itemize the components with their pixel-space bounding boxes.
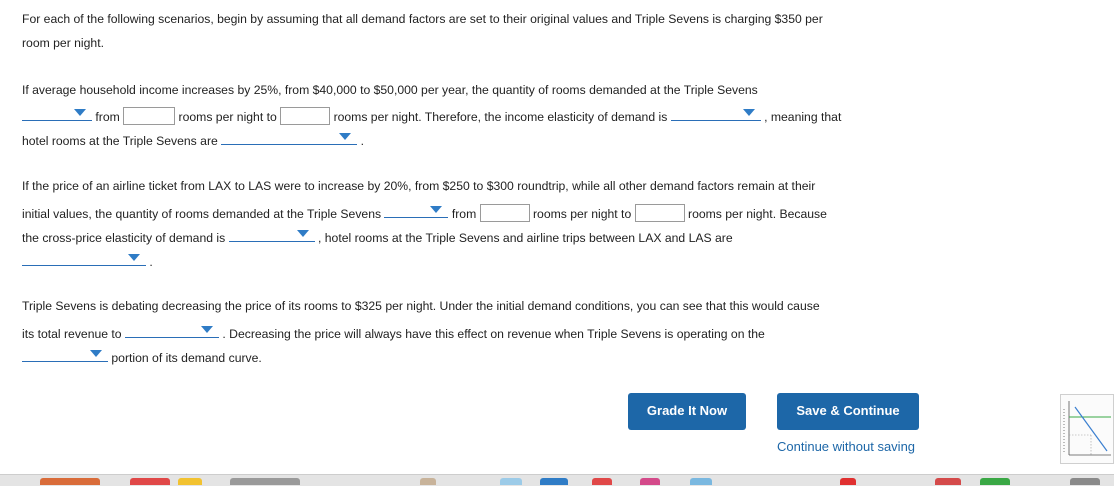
q3-line-2: its total revenue to . Decreasing the pr… (22, 323, 765, 341)
graph-thumbnail[interactable] (1060, 394, 1114, 464)
q2-period: . (149, 255, 153, 269)
q2-from-rooms-input[interactable] (479, 204, 530, 222)
intro-line-1: For each of the following scenarios, beg… (22, 12, 823, 26)
q1-to-rooms-input[interactable] (280, 107, 331, 125)
q2-goods-relationship-dropdown[interactable] (22, 251, 146, 266)
q2-cross-price-elasticity-dropdown[interactable] (228, 227, 315, 242)
q1-rooms-to-label: rooms per night to (178, 110, 277, 124)
q1-meaning-label: , meaning that (764, 110, 842, 124)
q2-rooms-to-label: rooms per night to (533, 207, 632, 221)
q3-portion-label: portion of its demand curve. (111, 351, 262, 365)
dock-icon[interactable] (178, 478, 202, 485)
dock-icon[interactable] (1070, 478, 1100, 485)
q1-goods-type-dropdown[interactable] (221, 130, 358, 145)
q2-line-3: the cross-price elasticity of demand is … (22, 227, 733, 245)
chevron-down-icon (742, 109, 755, 116)
chevron-down-icon (339, 133, 352, 140)
chevron-down-icon (296, 230, 309, 237)
q2-from-label: from (451, 207, 477, 221)
q1-from-label: from (95, 110, 120, 124)
q2-line-2: initial values, the quantity of rooms de… (22, 203, 827, 222)
q2-to-rooms-input[interactable] (634, 204, 685, 222)
dock-icon[interactable] (40, 478, 100, 485)
q2-line-4: . (22, 251, 153, 269)
q1-line-2: from rooms per night to rooms per night.… (22, 106, 841, 125)
q1-income-elasticity-dropdown[interactable] (670, 106, 761, 121)
dock-icon[interactable] (130, 478, 170, 485)
q2-line-1: If the price of an airline ticket from L… (22, 179, 816, 193)
q2-because-label: rooms per night. Because (688, 207, 827, 221)
chevron-down-icon (74, 109, 86, 116)
save-continue-button[interactable]: Save & Continue (777, 393, 919, 430)
dock-icon[interactable] (540, 478, 568, 485)
q3-revenue-change-dropdown[interactable] (124, 323, 219, 338)
q1-period: . (360, 134, 364, 148)
chevron-down-icon (128, 254, 140, 261)
q3-line-1: Triple Sevens is debating decreasing the… (22, 299, 820, 313)
chevron-down-icon (90, 350, 102, 357)
q2-cross-price-label: the cross-price elasticity of demand is (22, 231, 226, 245)
graph-thumbnail-icon (1063, 401, 1111, 456)
q1-quantity-change-dropdown[interactable] (22, 106, 92, 121)
q1-from-rooms-input[interactable] (123, 107, 176, 125)
dock-icon[interactable] (690, 478, 712, 485)
q2-initial-values-label: initial values, the quantity of rooms de… (22, 207, 382, 221)
intro-line-2: room per night. (22, 36, 104, 50)
continue-without-saving-link[interactable]: Continue without saving (777, 439, 915, 454)
dock-icon[interactable] (420, 478, 436, 485)
q1-line-1: If average household income increases by… (22, 83, 758, 97)
q3-decreasing-label: . Decreasing the price will always have … (222, 327, 765, 341)
dock-icon[interactable] (592, 478, 612, 485)
q3-curve-portion-dropdown[interactable] (22, 347, 108, 362)
grade-it-now-button[interactable]: Grade It Now (628, 393, 746, 430)
q3-line-3: portion of its demand curve. (22, 347, 262, 365)
chevron-down-icon (200, 326, 213, 333)
dock-icon[interactable] (840, 478, 856, 485)
q1-line-3: hotel rooms at the Triple Sevens are . (22, 130, 364, 148)
q2-quantity-change-dropdown[interactable] (384, 203, 449, 218)
q1-therefore-label: rooms per night. Therefore, the income e… (333, 110, 668, 124)
dock-icon[interactable] (640, 478, 660, 485)
dock-icon[interactable] (980, 478, 1010, 485)
dock-icon[interactable] (935, 478, 961, 485)
q1-hotel-rooms-label: hotel rooms at the Triple Sevens are (22, 134, 218, 148)
dock-icon[interactable] (230, 478, 300, 485)
chevron-down-icon (430, 206, 443, 213)
q2-relationship-label: , hotel rooms at the Triple Sevens and a… (318, 231, 733, 245)
dock-icon[interactable] (500, 478, 522, 485)
q3-total-revenue-label: its total revenue to (22, 327, 122, 341)
